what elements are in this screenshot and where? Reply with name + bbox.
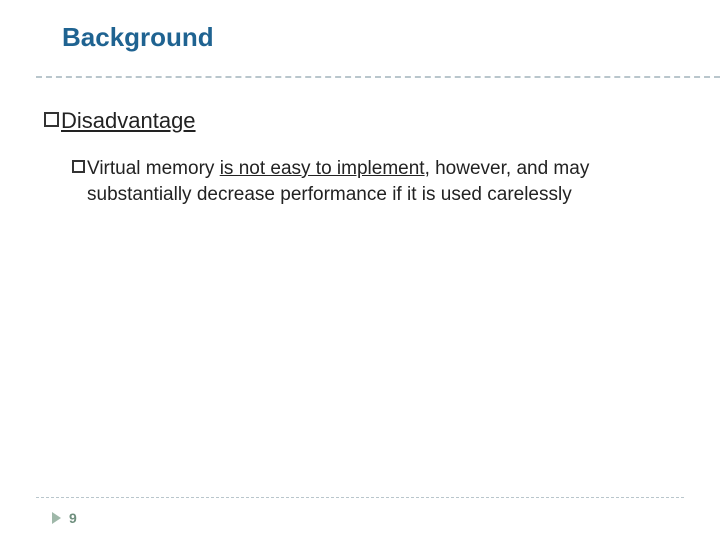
sub-pre: Virtual memory — [87, 158, 220, 179]
sub-underlined: is not easy to implement — [220, 158, 425, 179]
square-bullet-icon — [44, 112, 59, 127]
bullet-1-label: Disadvantage — [61, 108, 196, 134]
slide-title: Background — [62, 22, 214, 53]
divider-bottom — [36, 497, 684, 498]
sub-bullet-1-text: Virtual memory is not easy to implement,… — [87, 156, 684, 207]
divider-top — [36, 76, 720, 78]
sub-bullet-1: Virtual memory is not easy to implement,… — [72, 156, 684, 207]
page-number: 9 — [69, 510, 77, 526]
triangle-icon — [52, 512, 61, 524]
bullet-1: Disadvantage — [44, 108, 684, 134]
footer: 9 — [52, 510, 77, 526]
square-bullet-icon — [72, 160, 85, 173]
content-area: Disadvantage Virtual memory is not easy … — [44, 108, 684, 207]
